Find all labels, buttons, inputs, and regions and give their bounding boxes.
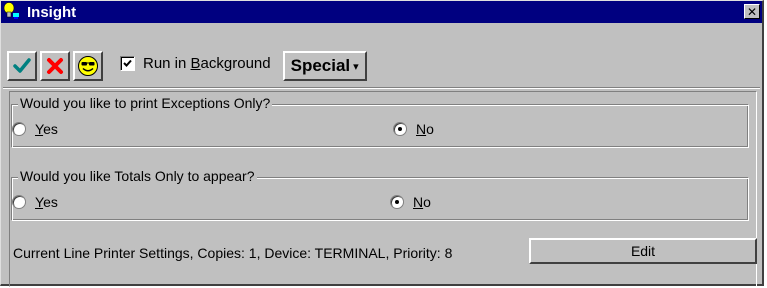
checkmark-icon bbox=[12, 56, 32, 76]
lightbulb-icon bbox=[1, 1, 23, 23]
dropdown-arrow-icon: ▾ bbox=[353, 60, 359, 73]
totals-no-radio[interactable]: No bbox=[390, 194, 431, 210]
toolbar-divider bbox=[3, 87, 760, 89]
totals-only-question: Would you like Totals Only to appear? bbox=[18, 168, 257, 184]
checkbox-box[interactable] bbox=[120, 56, 135, 71]
insight-window: Insight ✕ Run in Background Special ▾ Wo… bbox=[0, 0, 764, 287]
exceptions-only-group: Would you like to print Exceptions Only?… bbox=[11, 95, 749, 148]
smiley-button[interactable] bbox=[73, 51, 103, 81]
ok-button[interactable] bbox=[7, 51, 37, 81]
exceptions-no-radio[interactable]: No bbox=[393, 121, 434, 137]
cancel-button[interactable] bbox=[40, 51, 70, 81]
yes-label: Yes bbox=[35, 121, 58, 137]
yes-label: Yes bbox=[35, 194, 58, 210]
window-title: Insight bbox=[27, 3, 77, 21]
exceptions-only-question: Would you like to print Exceptions Only? bbox=[18, 95, 273, 111]
edit-printer-button[interactable]: Edit bbox=[529, 238, 757, 264]
printer-settings-row: Current Line Printer Settings, Copies: 1… bbox=[13, 245, 452, 261]
special-label: Special bbox=[290, 56, 351, 75]
close-icon: ✕ bbox=[746, 4, 758, 19]
run-in-background-checkbox[interactable]: Run in Background bbox=[120, 55, 271, 72]
exceptions-yes-radio[interactable]: Yes bbox=[12, 121, 58, 137]
radio-circle-selected[interactable] bbox=[390, 195, 404, 209]
radio-circle[interactable] bbox=[12, 122, 26, 136]
sunglasses-smiley-icon bbox=[77, 55, 99, 77]
totals-only-group: Would you like Totals Only to appear? Ye… bbox=[11, 168, 749, 221]
special-menu-button[interactable]: Special ▾ bbox=[282, 51, 367, 81]
radio-circle[interactable] bbox=[12, 195, 26, 209]
printer-settings-text: Current Line Printer Settings, Copies: 1… bbox=[13, 245, 453, 261]
toolbar: Run in Background Special ▾ bbox=[7, 29, 756, 89]
no-label: No bbox=[416, 121, 434, 137]
run-in-background-label: Run in Background bbox=[143, 55, 271, 72]
red-x-icon bbox=[45, 56, 65, 76]
edit-label: Edit bbox=[630, 243, 656, 259]
no-label: No bbox=[413, 194, 431, 210]
totals-yes-radio[interactable]: Yes bbox=[12, 194, 58, 210]
close-button[interactable]: ✕ bbox=[744, 4, 760, 19]
radio-circle-selected[interactable] bbox=[393, 122, 407, 136]
title-bar[interactable]: Insight ✕ bbox=[1, 1, 762, 23]
